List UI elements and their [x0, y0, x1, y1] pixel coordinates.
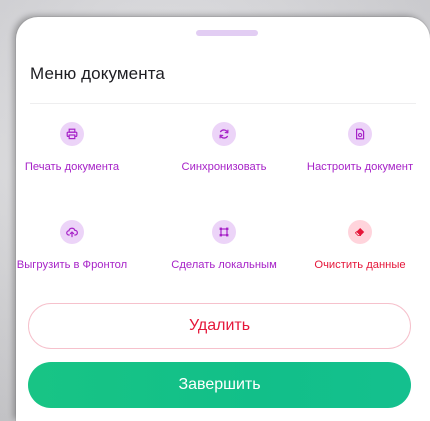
configure-document-action[interactable]: Настроить документ — [295, 122, 425, 173]
print-document-action[interactable]: Печать документа — [16, 122, 137, 173]
action-label: Настроить документ — [306, 161, 414, 173]
action-label: Синхронизовать — [181, 161, 267, 173]
document-settings-icon — [348, 122, 372, 146]
delete-button[interactable]: Удалить — [28, 303, 411, 349]
synchronize-action[interactable]: Синхронизовать — [159, 122, 289, 173]
divider — [30, 103, 416, 104]
cloud-upload-icon — [60, 220, 84, 244]
action-label: Очистить данные — [314, 259, 406, 271]
make-local-action[interactable]: Сделать локальным — [159, 220, 289, 271]
finish-button[interactable]: Завершить — [28, 362, 411, 408]
sync-icon — [212, 122, 236, 146]
upload-to-frontol-action[interactable]: Выгрузить в Фронтол — [16, 220, 137, 271]
action-label: Выгрузить в Фронтол — [16, 259, 128, 271]
drag-handle[interactable] — [196, 30, 258, 36]
printer-icon — [60, 122, 84, 146]
action-label: Сделать локальным — [171, 259, 277, 271]
sheet-title: Меню документа — [30, 64, 165, 83]
eraser-icon — [348, 220, 372, 244]
document-menu-sheet: Меню документа Печать документа Синхрони… — [16, 17, 430, 421]
crop-icon — [212, 220, 236, 244]
action-label: Печать документа — [24, 161, 120, 173]
clear-data-action[interactable]: Очистить данные — [295, 220, 425, 271]
